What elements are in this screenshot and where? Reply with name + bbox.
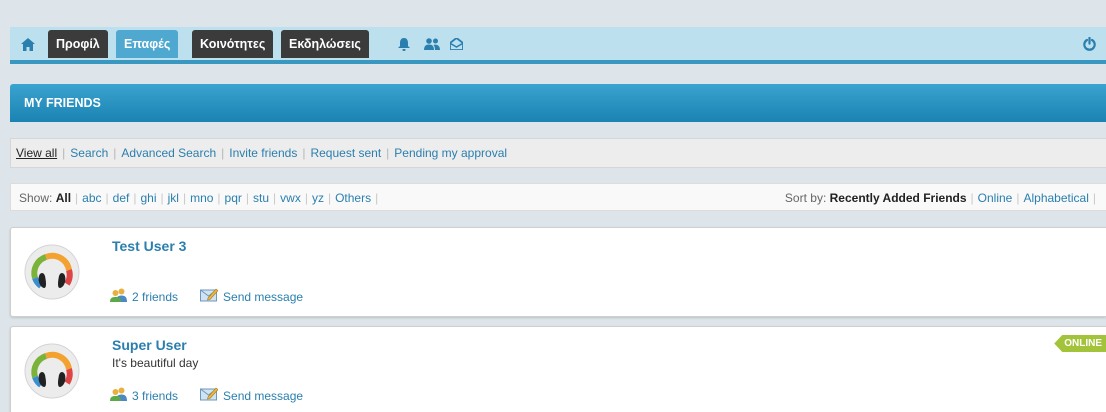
show-all[interactable]: All: [56, 191, 71, 205]
show-letters-abc[interactable]: abc: [82, 191, 101, 205]
show-letters-ghi[interactable]: ghi: [140, 191, 156, 205]
show-letters-yz[interactable]: yz: [312, 191, 324, 205]
tab-profile[interactable]: Προφίλ: [48, 30, 108, 58]
home-icon[interactable]: [14, 30, 42, 58]
filter-request-sent[interactable]: Request sent: [310, 146, 381, 160]
filter-pending-approval[interactable]: Pending my approval: [394, 146, 507, 160]
send-message-icon: [200, 387, 219, 404]
sort-alphabetical[interactable]: Alphabetical: [1023, 191, 1088, 205]
friend-name[interactable]: Test User 3: [112, 238, 186, 254]
friends-icon: [110, 288, 127, 305]
show-letters-mno[interactable]: mno: [190, 191, 213, 205]
show-letters-jkl[interactable]: jkl: [168, 191, 179, 205]
users-icon[interactable]: [422, 34, 442, 54]
show-label: Show:: [19, 191, 53, 205]
tab-contacts[interactable]: Επαφές: [116, 30, 179, 58]
sort-recently-added[interactable]: Recently Added Friends: [830, 191, 967, 205]
sort-label: Sort by:: [784, 191, 827, 205]
section-header: MY FRIENDS: [10, 84, 1106, 122]
show-letters-pqr[interactable]: pqr: [225, 191, 242, 205]
friend-card: Test User 3 2 friends Send message: [10, 227, 1106, 317]
tab-events[interactable]: Εκδηλώσεις: [281, 30, 369, 58]
filter-view-all[interactable]: View all: [16, 146, 57, 160]
top-navigation: Προφίλ Επαφές Κοινότητες Εκδηλώσεις: [10, 27, 1106, 64]
show-letters-stu[interactable]: stu: [253, 191, 269, 205]
friend-name[interactable]: Super User: [112, 337, 187, 353]
online-badge: ONLINE: [1054, 335, 1106, 352]
friends-count-link[interactable]: 3 friends: [132, 389, 178, 403]
page-title: MY FRIENDS: [24, 96, 101, 110]
send-message-icon: [200, 288, 219, 305]
filter-advanced-search[interactable]: Advanced Search: [121, 146, 216, 160]
filter-invite-friends[interactable]: Invite friends: [229, 146, 297, 160]
show-sort-bar: Show: All | abc | def | ghi | jkl | mno | pqr | stu | vw…: [10, 183, 1106, 211]
avatar[interactable]: [24, 343, 80, 399]
friends-filter-bar: View all | Search | Advanced Search | Invite f…: [10, 138, 1106, 168]
friends-count-link[interactable]: 2 friends: [132, 290, 178, 304]
bell-icon[interactable]: [394, 34, 414, 54]
filter-search[interactable]: Search: [70, 146, 108, 160]
tab-communities[interactable]: Κοινότητες: [192, 30, 274, 58]
show-letters-vwx[interactable]: vwx: [280, 191, 301, 205]
show-letters-others[interactable]: Others: [335, 191, 371, 205]
avatar[interactable]: [24, 244, 80, 300]
friend-card: Super User It's beautiful day ONLINE 3 f…: [10, 326, 1106, 412]
send-message-link[interactable]: Send message: [223, 290, 303, 304]
sort-online[interactable]: Online: [978, 191, 1013, 205]
power-icon[interactable]: [1078, 33, 1100, 55]
show-letters-def[interactable]: def: [113, 191, 130, 205]
friends-icon: [110, 387, 127, 404]
send-message-link[interactable]: Send message: [223, 389, 303, 403]
friend-status: It's beautiful day: [112, 356, 199, 370]
inbox-icon[interactable]: [446, 34, 466, 54]
